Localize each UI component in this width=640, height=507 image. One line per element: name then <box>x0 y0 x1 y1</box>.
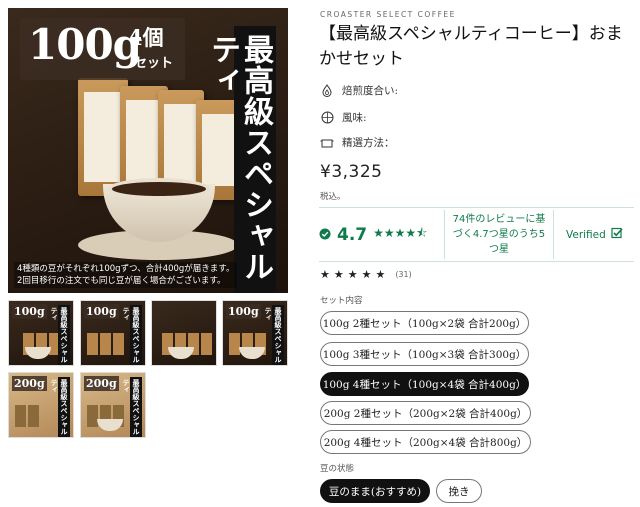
product-title: 【最高級スペシャルティコーヒー】おまかせセット <box>319 24 623 69</box>
process-icon <box>320 136 334 150</box>
thumbnail-3[interactable] <box>151 300 217 366</box>
thumbnail-vertical-text: 最高級スペシャルティ <box>122 377 142 437</box>
review-stars-row[interactable]: ★★★★★ (31) <box>320 268 412 281</box>
thumbnail-6[interactable]: 200g 最高級スペシャルティ <box>80 372 146 438</box>
hero-note: 4種類の豆がそれぞれ100gずつ、合計400gが届きます。 2回目移行の注文でも… <box>14 262 238 288</box>
bean-option-label: 豆の状態 <box>320 464 355 474</box>
attribute-process: 精選方法： <box>320 135 395 150</box>
hero-note-line1: 4種類の豆がそれぞれ100gずつ、合計400gが届きます。 <box>17 264 235 274</box>
rating-stars: ★★★★⯪ <box>373 226 428 240</box>
attribute-label: 精選方法： <box>342 137 395 149</box>
coffee-surface <box>108 178 210 200</box>
set-option-100g-2[interactable]: 100g 2種セット（100g×2袋 合計200g） <box>320 311 529 335</box>
thumbnail-badge: 100g <box>226 304 261 319</box>
thumbnail-4[interactable]: 100g 最高級スペシャルティ <box>222 300 288 366</box>
thumbnail-vertical-text: 最高級スペシャルティ <box>50 377 70 437</box>
rating-score-group: 4.7 ★★★★⯪ <box>319 224 444 245</box>
review-summary[interactable]: 4.7 ★★★★⯪ 74件のレビューに基づく4.7つ星のうち5つ星 Verifi… <box>319 207 634 262</box>
verified-label: Verified <box>566 228 606 241</box>
rating-summary-text: 74件のレビューに基づく4.7つ星のうち5つ星 <box>444 210 554 259</box>
thumbnail-2[interactable]: 100g 最高級スペシャルティ <box>80 300 146 366</box>
badge-count: 4個 <box>128 25 164 50</box>
attribute-roast: 焙煎度合い: <box>320 83 398 98</box>
set-option-100g-4[interactable]: 100g 4種セット（100g×4袋 合計400g） <box>320 372 529 396</box>
thumbnail-vertical-text: 最高級スペシャルティ <box>122 305 142 365</box>
attribute-flavor: 風味: <box>320 110 367 125</box>
set-option-label: セット内容 <box>320 296 363 306</box>
set-option-100g-3[interactable]: 100g 3種セット（100g×3袋 合計300g） <box>320 342 529 366</box>
thumbnail-badge: 200g <box>12 376 47 391</box>
thumbnail-badge: 100g <box>12 304 47 319</box>
badge-weight: 100g <box>28 20 142 69</box>
thumbnail-5[interactable]: 200g 最高級スペシャルティ <box>8 372 74 438</box>
main-product-image[interactable]: 100g 4個 セット 最高級スペシャルティ 4種類の豆がそれぞれ100gずつ、… <box>8 8 288 293</box>
product-price: ¥3,325 <box>320 162 383 182</box>
bean-option-ground[interactable]: 挽き <box>436 479 482 503</box>
set-option-200g-4[interactable]: 200g 4種セット（200g×4袋 合計800g） <box>320 430 531 454</box>
brand-name: CROASTER SELECT COFFEE <box>320 10 456 19</box>
check-circle-icon <box>319 225 331 244</box>
bean-option-whole[interactable]: 豆のまま(おすすめ) <box>320 479 430 503</box>
rating-score: 4.7 <box>337 224 368 245</box>
hero-note-line2: 2回目移行の注文でも同じ豆が届く場合がございます。 <box>17 276 226 286</box>
taste-icon <box>320 111 334 125</box>
badge-set: セット <box>134 56 174 71</box>
flame-icon <box>320 84 334 98</box>
review-stars: ★★★★★ <box>320 268 390 281</box>
review-count: (31) <box>395 270 412 279</box>
thumbnail-badge: 100g <box>84 304 119 319</box>
thumbnail-1[interactable]: 100g 最高級スペシャルティ <box>8 300 74 366</box>
attribute-label: 焙煎度合い: <box>342 85 399 97</box>
verified-badge: Verified <box>554 227 623 242</box>
thumbnail-badge: 200g <box>84 376 119 391</box>
thumbnail-vertical-text: 最高級スペシャルティ <box>50 305 70 365</box>
verified-check-icon <box>611 227 623 242</box>
thumbnail-vertical-text: 最高級スペシャルティ <box>264 305 284 365</box>
attribute-label: 風味: <box>342 112 367 124</box>
specialty-vertical-text: 最高級スペシャルティ <box>205 26 276 293</box>
set-option-200g-2[interactable]: 200g 2種セット（200g×2袋 合計400g） <box>320 401 531 425</box>
tax-note: 税込。 <box>320 192 346 202</box>
